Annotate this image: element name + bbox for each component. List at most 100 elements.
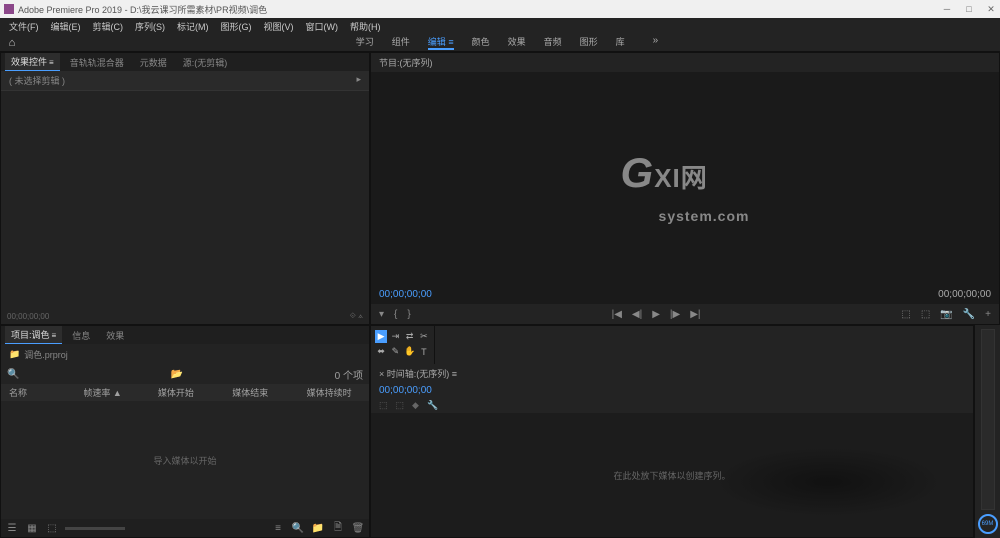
minimize-button[interactable]: ─ xyxy=(942,4,952,14)
tab-effect-controls[interactable]: 效果控件≡ xyxy=(5,53,60,71)
watermark: GXI网 system.com xyxy=(621,149,750,228)
ripple-edit-tool-icon[interactable]: ⇄ xyxy=(404,330,416,343)
smudge-overlay xyxy=(713,447,943,517)
selection-tool-icon[interactable]: ▶ xyxy=(375,330,387,343)
tab-fx[interactable]: 效果 xyxy=(100,327,130,344)
ws-tab-learn[interactable]: 学习 xyxy=(356,35,374,50)
workspace-bar: ⌂ 学习 组件 编辑 ≡ 颜色 效果 音频 图形 库 » xyxy=(0,34,1000,52)
zoom-slider[interactable] xyxy=(65,527,125,530)
in-point-icon[interactable]: { xyxy=(394,309,397,320)
close-button[interactable]: ✕ xyxy=(986,4,996,14)
slip-tool-icon[interactable]: ⬌ xyxy=(375,345,387,358)
ws-tab-libraries[interactable]: 库 xyxy=(616,35,625,50)
maximize-button[interactable]: □ xyxy=(964,4,974,14)
timeline-panel: ▶ ⇥ ⇄ ✂ ⬌ ✎ ✋ T × 时间轴:(无序列) ≡ 00;00;00;0… xyxy=(370,325,974,538)
menu-marker[interactable]: 标记(M) xyxy=(172,20,214,33)
ws-tab-assembly[interactable]: 组件 xyxy=(392,35,410,50)
trash-icon[interactable]: 🗑 xyxy=(351,523,365,534)
track-select-tool-icon[interactable]: ⇥ xyxy=(389,330,401,343)
project-panel: 项目:调色≡ 信息 效果 📁 调色.prproj 🔍 📂 0 个项 名称 帧速率… xyxy=(0,325,370,538)
item-count: 0 个项 xyxy=(335,367,363,382)
settings-wrench-icon[interactable]: 🔧 xyxy=(427,400,438,411)
project-name: 调色.prproj xyxy=(24,348,68,361)
ws-tab-graphics[interactable]: 图形 xyxy=(580,35,598,50)
selection-status: ( 未选择剪辑 ) xyxy=(9,74,65,87)
tool-palette: ▶ ⇥ ⇄ ✂ ⬌ ✎ ✋ T xyxy=(371,326,435,364)
ws-tab-editing[interactable]: 编辑 ≡ xyxy=(428,35,454,50)
ec-expand-icon[interactable]: ⟐ ⟑ xyxy=(350,311,363,321)
col-media-start[interactable]: 媒体开始 xyxy=(158,386,212,399)
auto-sequence-icon[interactable]: ≡ xyxy=(271,523,285,534)
marker-add-icon[interactable]: ◆ xyxy=(412,400,419,411)
menu-window[interactable]: 窗口(W) xyxy=(301,20,344,33)
project-column-headers[interactable]: 名称 帧速率 ▲ 媒体开始 媒体结束 媒体持续时 xyxy=(1,384,369,401)
play-icon[interactable]: ▶ xyxy=(652,309,660,320)
pen-tool-icon[interactable]: ✎ xyxy=(389,345,401,358)
menu-help[interactable]: 帮助(H) xyxy=(345,20,386,33)
step-forward-icon[interactable]: |▶ xyxy=(670,309,680,320)
add-button-icon[interactable]: + xyxy=(985,309,991,320)
col-framerate[interactable]: 帧速率 ▲ xyxy=(83,386,137,399)
search-icon[interactable]: 🔍 xyxy=(7,369,19,380)
meter-badge: 69M xyxy=(978,514,998,534)
program-viewer[interactable]: GXI网 system.com 00;00;00;00 00;00;00;00 xyxy=(371,72,999,304)
menu-file[interactable]: 文件(F) xyxy=(4,20,44,33)
title-bar: Adobe Premiere Pro 2019 - D:\我云课习所需素材\PR… xyxy=(0,0,1000,18)
tab-info[interactable]: 信息 xyxy=(66,327,96,344)
project-drop-zone[interactable]: 导入媒体以开始 xyxy=(1,401,369,519)
settings-icon[interactable]: 🔧 xyxy=(963,309,975,320)
tab-metadata[interactable]: 元数据 xyxy=(134,54,173,71)
bin-icon[interactable]: 📂 xyxy=(171,369,183,380)
timeline-drop-zone[interactable]: 在此处放下媒体以创建序列。 xyxy=(371,413,973,537)
window-title: Adobe Premiere Pro 2019 - D:\我云课习所需素材\PR… xyxy=(18,3,942,16)
ec-timecode: 00;00;00;00 xyxy=(7,312,49,321)
timeline-header[interactable]: × 时间轴:(无序列) ≡ xyxy=(371,364,973,383)
list-view-icon[interactable]: ☰ xyxy=(5,523,19,534)
icon-view-icon[interactable]: ▦ xyxy=(25,523,39,534)
menu-clip[interactable]: 剪辑(C) xyxy=(88,20,129,33)
tab-source[interactable]: 源:(无剪辑) xyxy=(177,54,234,71)
step-back-icon[interactable]: ◀| xyxy=(632,309,642,320)
tab-project[interactable]: 项目:调色≡ xyxy=(5,326,62,344)
menu-bar: 文件(F) 编辑(E) 剪辑(C) 序列(S) 标记(M) 图形(G) 视图(V… xyxy=(0,18,1000,34)
hand-tool-icon[interactable]: ✋ xyxy=(404,345,416,358)
type-tool-icon[interactable]: T xyxy=(418,345,430,358)
program-header: 节目:(无序列) xyxy=(371,53,999,72)
linked-selection-icon[interactable]: ⬚ xyxy=(396,400,405,411)
timeline-timecode[interactable]: 00;00;00;00 xyxy=(371,383,973,398)
menu-view[interactable]: 视图(V) xyxy=(259,20,299,33)
effect-controls-panel: 效果控件≡ 音轨轨混合器 元数据 源:(无剪辑) ( 未选择剪辑 ) ▸ 00;… xyxy=(0,52,370,325)
col-media-end[interactable]: 媒体结束 xyxy=(232,386,286,399)
go-to-in-icon[interactable]: |◀ xyxy=(612,309,622,320)
audio-meter-panel: 69M xyxy=(974,325,1000,538)
menu-graphics[interactable]: 图形(G) xyxy=(216,20,257,33)
menu-edit[interactable]: 编辑(E) xyxy=(46,20,86,33)
ws-tab-effects[interactable]: 效果 xyxy=(508,35,526,50)
ws-more-button[interactable]: » xyxy=(643,35,669,50)
find-icon[interactable]: 🔍 xyxy=(291,523,305,534)
home-icon[interactable]: ⌂ xyxy=(0,37,24,49)
tab-audio-mixer[interactable]: 音轨轨混合器 xyxy=(64,54,130,71)
snap-icon[interactable]: ⬚ xyxy=(379,400,388,411)
out-point-icon[interactable]: } xyxy=(407,309,410,320)
marker-icon[interactable]: ▾ xyxy=(379,309,384,320)
chevron-right-icon[interactable]: ▸ xyxy=(356,74,361,87)
ws-tab-color[interactable]: 颜色 xyxy=(472,35,490,50)
ws-tab-audio[interactable]: 音频 xyxy=(544,35,562,50)
col-name[interactable]: 名称 xyxy=(9,386,63,399)
program-monitor-panel: 节目:(无序列) GXI网 system.com 00;00;00;00 00;… xyxy=(370,52,1000,325)
folder-icon: 📁 xyxy=(9,349,20,360)
program-tc-right: 00;00;00;00 xyxy=(938,289,991,300)
program-controls: ▾ { } |◀ ◀| ▶ |▶ ▶| ⬚ ⬚ 📷 🔧 + xyxy=(371,304,999,324)
lift-icon[interactable]: ⬚ xyxy=(901,309,910,320)
go-to-out-icon[interactable]: ▶| xyxy=(690,309,700,320)
new-bin-icon[interactable]: 📁 xyxy=(311,523,325,534)
export-frame-icon[interactable]: 📷 xyxy=(940,309,952,320)
freeform-view-icon[interactable]: ⬚ xyxy=(45,523,59,534)
col-duration[interactable]: 媒体持续时 xyxy=(307,386,361,399)
extract-icon[interactable]: ⬚ xyxy=(921,309,930,320)
new-item-icon[interactable]: 🗎 xyxy=(331,520,345,537)
razor-tool-icon[interactable]: ✂ xyxy=(418,330,430,343)
app-logo-icon xyxy=(4,4,14,14)
menu-sequence[interactable]: 序列(S) xyxy=(130,20,170,33)
